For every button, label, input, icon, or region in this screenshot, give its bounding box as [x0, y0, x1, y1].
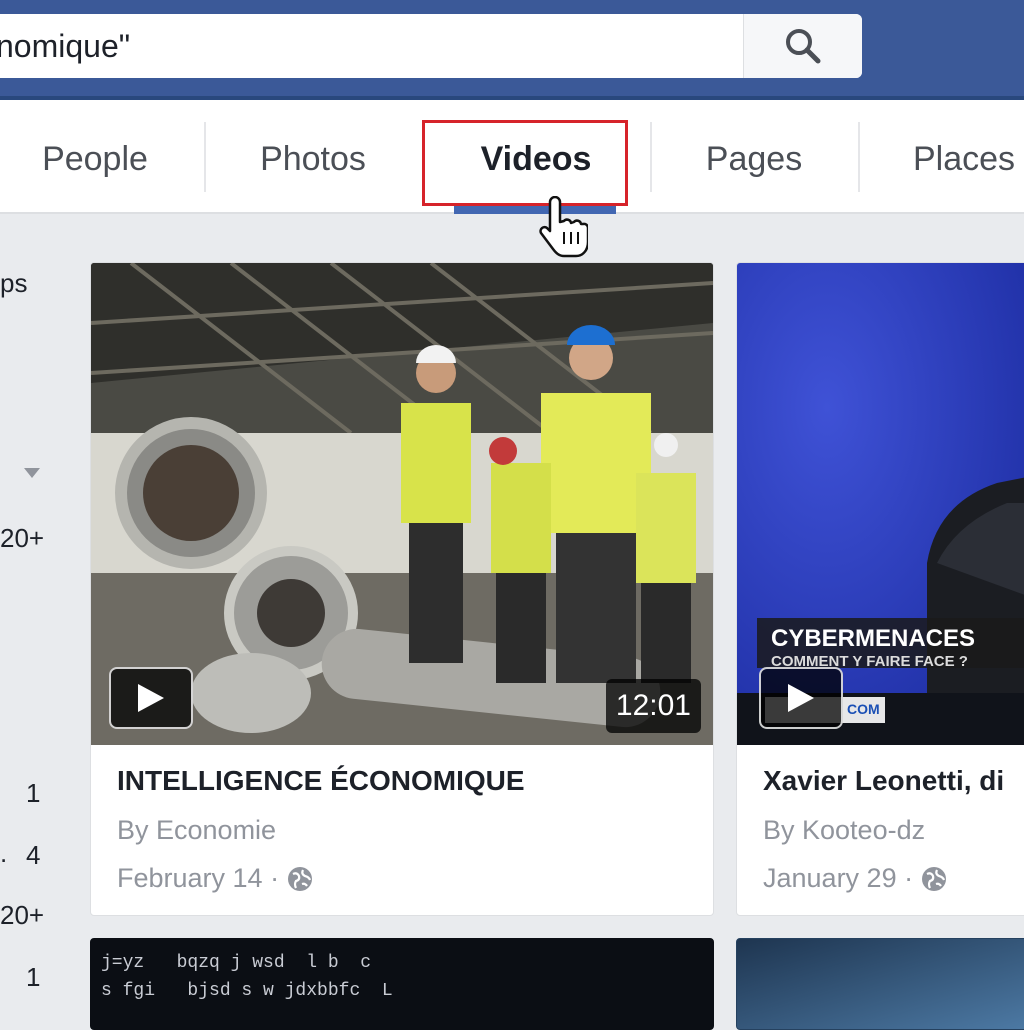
video-author[interactable]: By Economie	[117, 815, 276, 846]
tab-pages[interactable]: Pages	[656, 100, 852, 212]
video-thumbnail[interactable]: CYBERMENACES COMMENT Y FAIRE FACE ? COM	[737, 263, 1024, 745]
hand-cursor-icon	[539, 196, 588, 258]
tab-places[interactable]: Places	[864, 100, 1024, 212]
video-thumbnail-text: s fgi bjsd s w jdxbbfc L	[101, 981, 393, 1001]
search-button[interactable]	[743, 14, 862, 78]
tab-divider	[204, 122, 206, 192]
video-card[interactable]: CYBERMENACES COMMENT Y FAIRE FACE ? COM …	[736, 262, 1024, 916]
sidebar-count: 20+	[0, 523, 45, 553]
play-button[interactable]	[759, 667, 843, 729]
tab-photos[interactable]: Photos	[210, 100, 416, 212]
sidebar-count: 1	[26, 962, 41, 992]
active-tab-indicator	[454, 206, 616, 214]
search-box[interactable]: nomique"	[0, 14, 862, 78]
sidebar-label-fragment: ps	[0, 268, 28, 298]
highlight-annotation-box	[422, 120, 628, 206]
search-input[interactable]: nomique"	[0, 14, 130, 78]
video-date-row: January 29 ·	[763, 863, 947, 894]
video-card[interactable]: j=yz bqzq j wsd l b c s fgi bjsd s w jdx…	[90, 938, 714, 1030]
video-date[interactable]: January 29 ·	[763, 863, 913, 894]
video-thumbnail[interactable]: 12:01	[91, 263, 713, 745]
video-title[interactable]: INTELLIGENCE ÉCONOMIQUE	[117, 765, 525, 797]
video-card[interactable]	[736, 938, 1024, 1030]
video-title[interactable]: Xavier Leonetti, di	[763, 765, 1004, 797]
globe-icon	[288, 866, 313, 891]
play-icon	[138, 684, 164, 712]
sidebar-count: 20+	[0, 900, 45, 930]
search-icon	[786, 29, 821, 64]
video-thumbnail-image	[737, 939, 1024, 1029]
video-duration: 12:01	[605, 679, 701, 733]
tab-divider	[650, 122, 652, 192]
video-thumbnail-text: j=yz bqzq j wsd l b c	[101, 953, 372, 973]
video-card[interactable]: 12:01 INTELLIGENCE ÉCONOMIQUE By Economi…	[90, 262, 714, 916]
video-date-row: February 14 ·	[117, 863, 313, 894]
tab-divider	[858, 122, 860, 192]
sidebar-count: 1	[26, 778, 41, 808]
news-overlay-source: COM	[847, 701, 880, 717]
sidebar-dot: .	[0, 838, 8, 868]
video-author[interactable]: By Kooteo-dz	[763, 815, 925, 846]
play-icon	[788, 684, 814, 712]
globe-icon	[922, 866, 947, 891]
chevron-down-icon[interactable]	[24, 468, 40, 478]
news-overlay-headline: CYBERMENACES	[771, 625, 976, 652]
play-button[interactable]	[109, 667, 193, 729]
sidebar-count: 4	[26, 840, 41, 870]
tab-people[interactable]: People	[0, 100, 190, 212]
video-date[interactable]: February 14 ·	[117, 863, 279, 894]
